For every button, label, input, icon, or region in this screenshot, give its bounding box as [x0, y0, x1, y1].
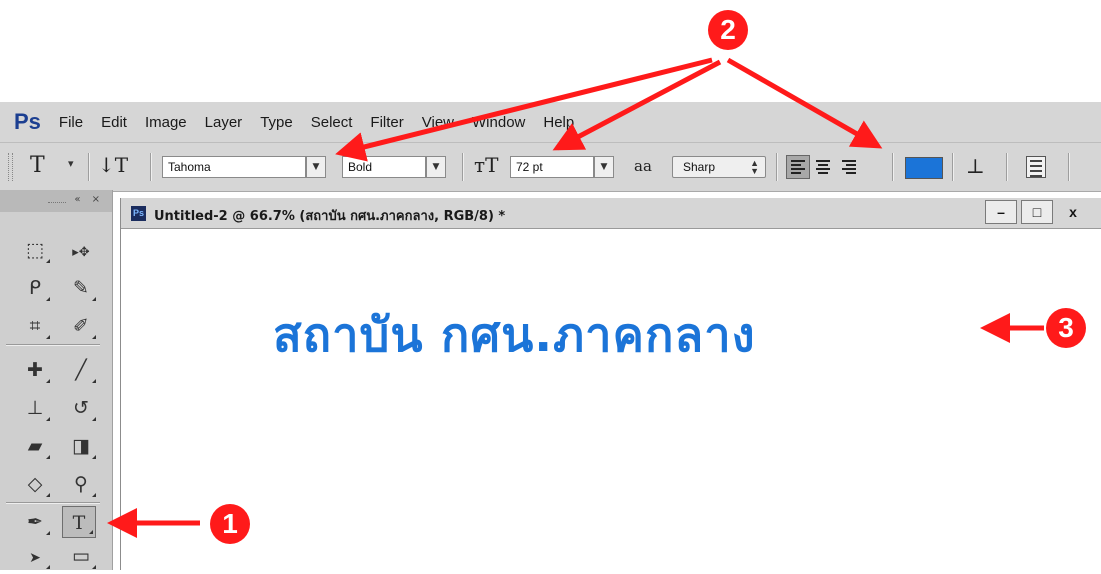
anti-alias-icon: aa [634, 157, 652, 175]
annotation-badge-1: 1 [210, 504, 250, 544]
separator [88, 153, 89, 181]
text-orientation-icon[interactable]: ↓T [98, 153, 128, 177]
blur-tool[interactable]: ◇ [18, 468, 52, 500]
font-family-field[interactable]: Tahoma [162, 156, 306, 178]
document-tab[interactable]: Ps Untitled-2 @ 66.7% (สถาบัน กศน.ภาคกลา… [121, 198, 1101, 229]
font-size-field[interactable]: 72 pt [510, 156, 594, 178]
marquee-tool[interactable]: ⬚ [18, 234, 52, 266]
menu-view[interactable]: View [422, 114, 454, 131]
tools-panel: « × ⬚ ▸✥ ᑭ ✎ ⌗ ✐ ✚ ╱ ⊥ ↺ ▰ ◨ ◇ ⚲ ✒ T ➤ ▭ [0, 190, 113, 570]
minimize-button[interactable]: – [985, 200, 1017, 224]
document-window: Ps Untitled-2 @ 66.7% (สถาบัน กศน.ภาคกลา… [120, 198, 1101, 570]
type-tool[interactable]: T [62, 506, 96, 538]
character-panel-toggle-icon[interactable] [1026, 156, 1046, 178]
anti-alias-value: Sharp [683, 160, 716, 174]
menu-filter[interactable]: Filter [370, 114, 403, 131]
eraser-tool[interactable]: ▰ [18, 430, 52, 462]
font-style-dropdown-icon[interactable]: ▼ [426, 156, 446, 178]
separator [462, 153, 463, 181]
menu-file[interactable]: File [59, 114, 83, 131]
menu-help[interactable]: Help [543, 114, 574, 131]
move-tool[interactable]: ▸✥ [64, 234, 98, 266]
annotation-badge-3: 3 [1046, 308, 1086, 348]
crop-tool[interactable]: ⌗ [18, 310, 52, 342]
annotation-badge-2: 2 [708, 10, 748, 50]
tool-preset-icon[interactable]: T [30, 153, 45, 178]
eyedropper-tool[interactable]: ✐ [64, 310, 98, 342]
tools-divider [6, 502, 100, 503]
photoshop-logo: Ps [14, 109, 41, 134]
menu-edit[interactable]: Edit [101, 114, 127, 131]
ps-document-icon: Ps [131, 206, 146, 221]
tool-preset-dropdown-icon[interactable]: ▾ [68, 157, 74, 170]
anti-alias-select[interactable]: Sharp ▲ ▼ [672, 156, 766, 178]
menu-select[interactable]: Select [311, 114, 353, 131]
menu-layer[interactable]: Layer [205, 114, 243, 131]
align-center-button[interactable] [812, 155, 836, 179]
close-button[interactable]: x [1057, 200, 1089, 224]
brush-tool[interactable]: ╱ [64, 354, 98, 386]
gradient-tool[interactable]: ◨ [64, 430, 98, 462]
maximize-button[interactable]: □ [1021, 200, 1053, 224]
align-right-button[interactable] [838, 155, 862, 179]
font-family-dropdown-icon[interactable]: ▼ [306, 156, 326, 178]
path-selection-tool[interactable]: ➤ [18, 540, 52, 572]
canvas-text-layer[interactable]: สถาบัน กศน.ภาคกลาง [273, 297, 756, 372]
font-size-dropdown-icon[interactable]: ▼ [594, 156, 614, 178]
pen-tool[interactable]: ✒ [18, 506, 52, 538]
font-size-icon: тT [474, 153, 499, 177]
separator [776, 153, 777, 181]
tools-divider [6, 344, 100, 345]
quick-selection-tool[interactable]: ✎ [64, 272, 98, 304]
text-color-swatch[interactable] [905, 157, 943, 179]
healing-brush-tool[interactable]: ✚ [18, 354, 52, 386]
type-options-bar: T ▾ ↓T Tahoma ▼ Bold ▼ тT 72 pt ▼ aa Sha… [0, 142, 1101, 192]
warp-text-icon[interactable]: ⊥ [966, 154, 985, 178]
separator [1006, 153, 1007, 181]
document-title: Untitled-2 @ 66.7% (สถาบัน กศน.ภาคกลาง, … [154, 209, 506, 224]
tools-panel-header[interactable]: « × [0, 190, 112, 212]
window-controls: – □ x [985, 200, 1093, 224]
history-brush-tool[interactable]: ↺ [64, 392, 98, 424]
separator [150, 153, 151, 181]
menu-window[interactable]: Window [472, 114, 525, 131]
separator [1068, 153, 1069, 181]
panel-collapse-close-icon[interactable]: « × [74, 194, 104, 205]
clone-stamp-tool[interactable]: ⊥ [18, 392, 52, 424]
menu-type[interactable]: Type [260, 114, 293, 131]
options-bar-grip[interactable] [8, 153, 13, 181]
separator [952, 153, 953, 181]
dodge-tool[interactable]: ⚲ [64, 468, 98, 500]
menu-image[interactable]: Image [145, 114, 187, 131]
rectangle-tool[interactable]: ▭ [64, 540, 98, 572]
lasso-tool[interactable]: ᑭ [18, 272, 52, 304]
panel-grip[interactable] [48, 202, 66, 203]
separator [892, 153, 893, 181]
spin-arrows-icon: ▲ ▼ [750, 158, 759, 176]
menu-bar: Ps File Edit Image Layer Type Select Fil… [0, 102, 1101, 142]
font-style-field[interactable]: Bold [342, 156, 426, 178]
align-left-button[interactable] [786, 155, 810, 179]
